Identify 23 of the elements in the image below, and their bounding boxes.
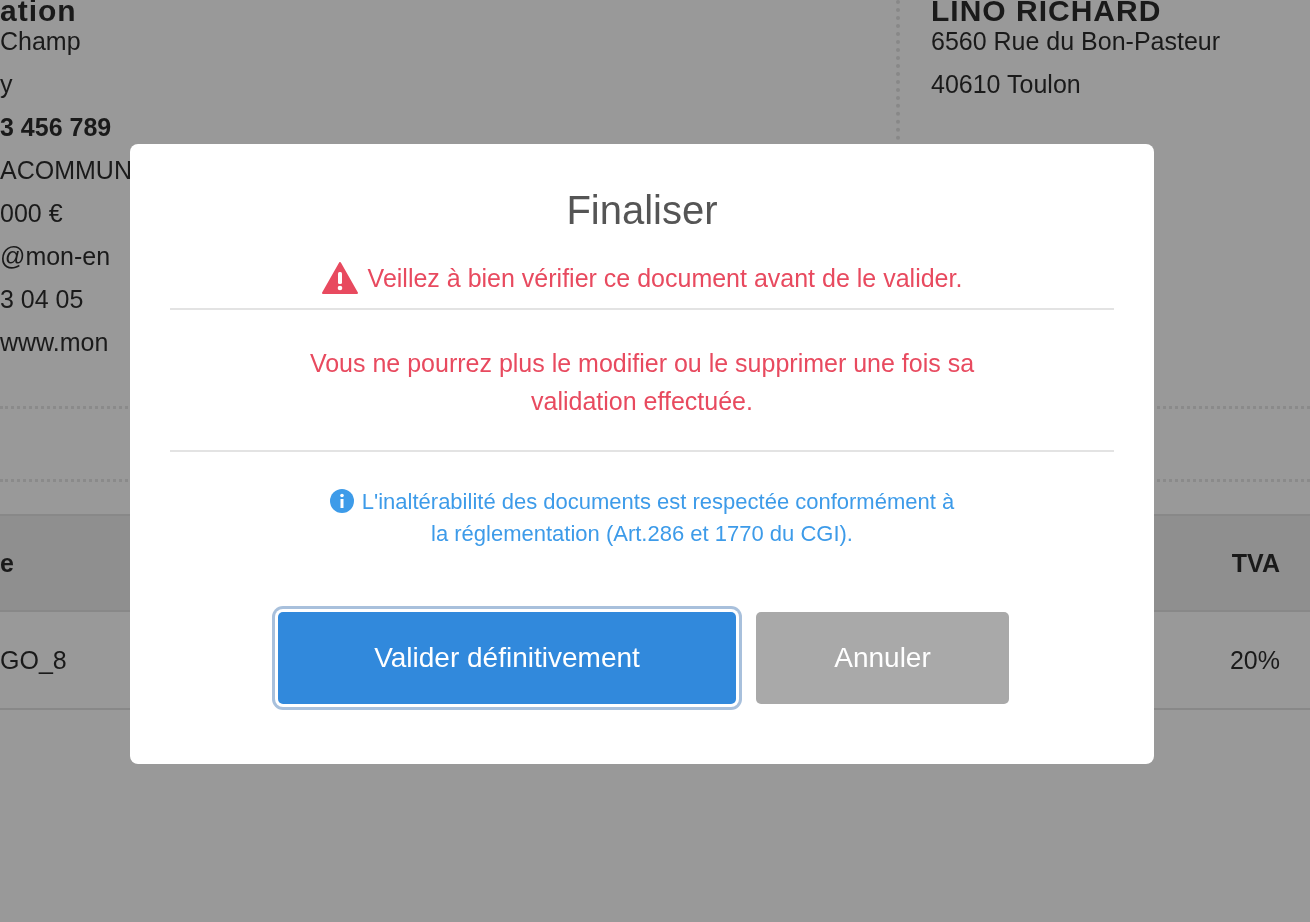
seller-detail: Champ xyxy=(0,26,81,57)
warning-icon xyxy=(321,262,358,294)
cancel-button[interactable]: Annuler xyxy=(756,612,1009,704)
client-address: 6560 Rue du Bon-Pasteur xyxy=(931,26,1221,57)
table-cell: 20% xyxy=(1229,645,1280,675)
notice-message: Vous ne pourrez plus le modifier ou le supprimer une fois sa validation effectuée. xyxy=(308,348,976,417)
column-header: TVA xyxy=(1231,548,1280,578)
table-cell: GO_8 xyxy=(0,645,67,675)
seller-detail: y xyxy=(0,69,13,100)
info-icon xyxy=(329,489,354,513)
seller-detail: 3 04 05 xyxy=(0,284,84,315)
seller-detail: www.mon xyxy=(0,327,109,358)
client-address: 40610 Toulon xyxy=(931,69,1081,100)
warning-message: Veillez à bien vérifier ce document avant de le valider. xyxy=(367,263,963,293)
column-header: e xyxy=(0,548,14,578)
info-message: L'inaltérabilité des documents est respectée conformément à la réglementation (Art.286 et 1770 du CGI). xyxy=(320,486,964,550)
seller-detail: @mon-en xyxy=(0,241,111,272)
seller-detail: ACOMMUN xyxy=(0,155,132,186)
client-name: LINO RICHARD xyxy=(931,0,1163,20)
seller-heading: ation xyxy=(0,0,78,20)
seller-detail: 3 456 789 xyxy=(0,112,112,143)
seller-detail: 000 € xyxy=(0,198,63,229)
dialog-title: Finaliser xyxy=(566,187,718,234)
